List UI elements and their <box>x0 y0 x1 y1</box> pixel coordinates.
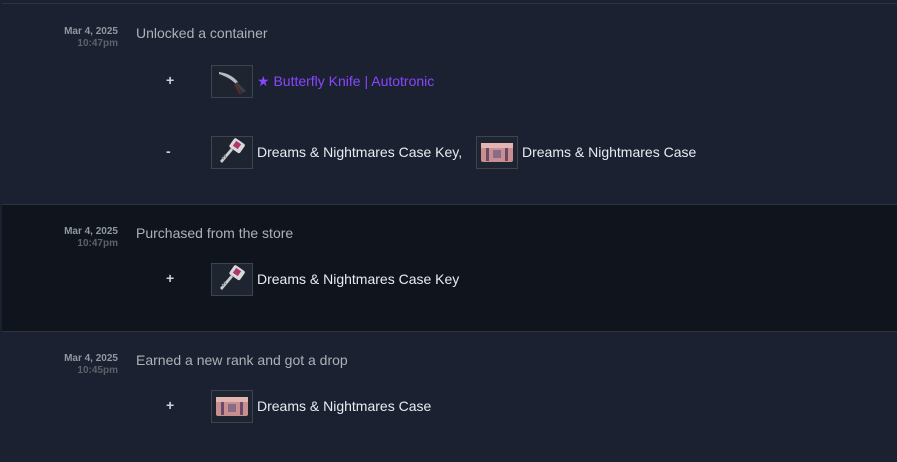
plus-sign: + <box>166 397 175 413</box>
date-text: Mar 4, 2025 <box>64 353 118 364</box>
case-key-icon <box>211 262 253 296</box>
item-name[interactable]: Dreams & Nightmares Case Key <box>257 271 459 287</box>
items-gained: + ★ Butterfly Knife | Autotronic <box>2 63 897 99</box>
history-description: Earned a new rank and got a drop <box>136 352 348 368</box>
history-item[interactable]: Dreams & Nightmares Case Key <box>211 261 459 297</box>
item-name[interactable]: Dreams & Nightmares Case <box>257 398 431 414</box>
date-text: Mar 4, 2025 <box>64 26 118 37</box>
weapon-case-icon <box>476 135 518 169</box>
inventory-history: Mar 4, 2025 10:47pm Unlocked a container… <box>0 0 897 462</box>
history-item[interactable]: Dreams & Nightmares Case <box>211 388 431 424</box>
history-date: Mar 4, 2025 10:45pm <box>2 353 118 377</box>
minus-sign: - <box>166 143 171 159</box>
case-key-icon <box>211 135 253 169</box>
history-date: Mar 4, 2025 10:47pm <box>2 226 118 250</box>
history-item[interactable]: ★ Butterfly Knife | Autotronic <box>211 63 434 99</box>
history-item[interactable]: Dreams & Nightmares Case <box>476 134 696 170</box>
item-name[interactable]: Dreams & Nightmares Case Key, <box>257 144 462 160</box>
history-row: Mar 4, 2025 10:47pm Purchased from the s… <box>2 204 897 331</box>
history-description: Unlocked a container <box>136 25 268 41</box>
plus-sign: + <box>166 72 175 88</box>
item-name[interactable]: Dreams & Nightmares Case <box>522 144 696 160</box>
items-lost: - Dreams & Nightmares Case Key, Dreams &… <box>2 134 897 170</box>
items-gained: + Dreams & Nightmares Case <box>2 388 897 424</box>
history-description: Purchased from the store <box>136 225 294 241</box>
history-row: Mar 4, 2025 10:47pm Unlocked a container… <box>2 3 897 204</box>
weapon-case-icon <box>211 389 253 423</box>
date-text: Mar 4, 2025 <box>64 226 118 237</box>
items-gained: + Dreams & Nightmares Case Key <box>2 261 897 297</box>
history-date: Mar 4, 2025 10:47pm <box>2 26 118 50</box>
history-row: Mar 4, 2025 10:45pm Earned a new rank an… <box>2 331 897 459</box>
butterfly-knife-icon <box>211 64 253 98</box>
history-item[interactable]: Dreams & Nightmares Case Key, <box>211 134 462 170</box>
time-text: 10:47pm <box>77 238 118 249</box>
item-name[interactable]: ★ Butterfly Knife | Autotronic <box>257 73 434 90</box>
time-text: 10:47pm <box>77 38 118 49</box>
plus-sign: + <box>166 270 175 286</box>
time-text: 10:45pm <box>77 365 118 376</box>
